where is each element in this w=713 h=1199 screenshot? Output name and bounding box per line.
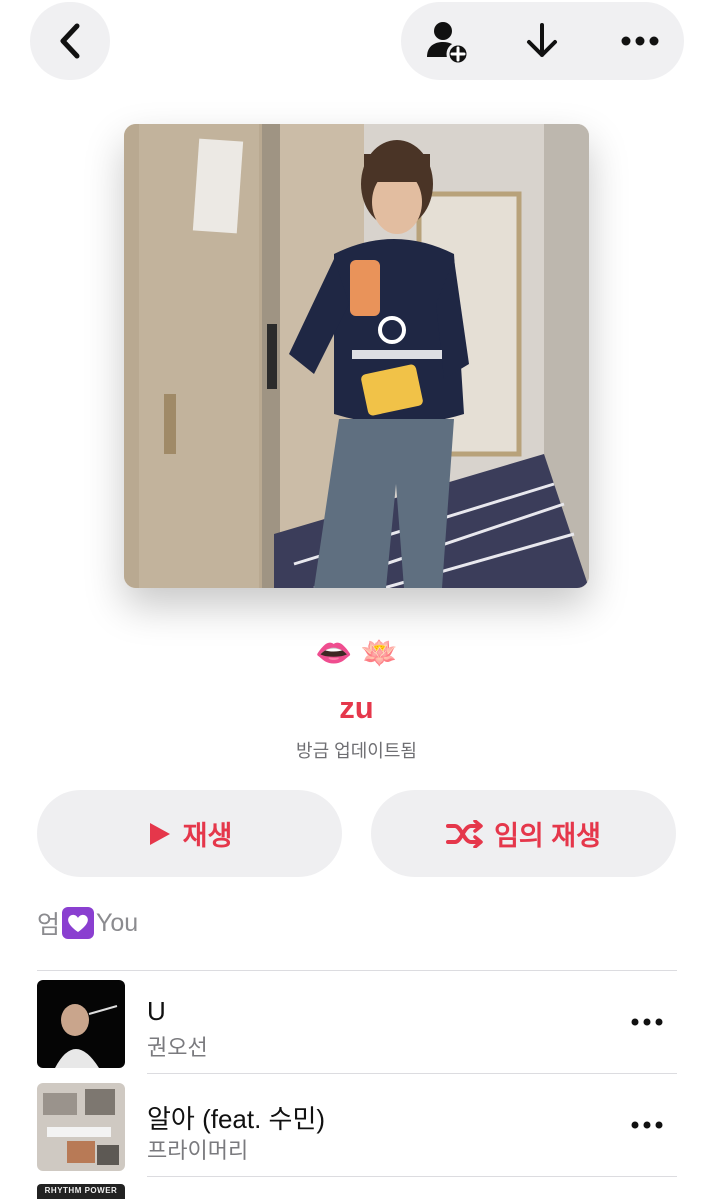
chevron-left-icon [60,23,80,59]
track-row[interactable]: U 권오선 [37,972,677,1074]
track-title: U [147,996,166,1026]
download-arrow-icon [527,23,557,57]
description-prefix: 엄 [37,911,61,939]
playlist-description: 엄 You [37,905,138,941]
track-artwork [37,1083,125,1171]
track-artwork [37,980,125,1068]
play-icon [149,822,170,845]
divider [147,1073,677,1074]
playlist-title: zu [339,690,374,725]
play-button-label: 재생 [182,821,233,851]
track-artist: 프라이머리 [147,1138,249,1163]
playlist-cover-art [124,124,589,588]
play-button[interactable]: 재생 [37,790,342,877]
ellipsis-icon [621,36,659,46]
track-artwork-text: RHYTHM POWER [44,1186,118,1195]
track-row[interactable]: RHYTHM POWER [37,1184,677,1199]
track-artwork: RHYTHM POWER [37,1184,125,1199]
track-artist: 권오선 [147,1035,208,1060]
shuffle-button-label: 임의 재생 [494,821,601,851]
track-more-button[interactable] [627,1002,667,1042]
track-more-button[interactable] [627,1105,667,1145]
ellipsis-icon [631,1018,663,1026]
download-button[interactable] [512,2,572,80]
toolbar [401,2,684,80]
shuffle-button[interactable]: 임의 재생 [371,790,676,877]
divider [147,1176,677,1177]
updated-status: 방금 업데이트됨 [296,741,417,761]
description-suffix: You [96,908,139,937]
more-options-button[interactable] [610,2,670,80]
person-add-icon [427,22,470,65]
ellipsis-icon [631,1121,663,1129]
track-title: 알아 (feat. 수민) [147,1104,326,1134]
shuffle-icon [446,819,483,848]
playlist-emoji: 👄 🪷 [314,637,399,670]
back-button[interactable] [30,2,110,80]
track-row[interactable]: 알아 (feat. 수민) 프라이머리 [37,1075,677,1177]
purple-heart-icon [62,907,95,939]
add-person-button[interactable] [417,2,477,80]
divider [37,970,677,971]
